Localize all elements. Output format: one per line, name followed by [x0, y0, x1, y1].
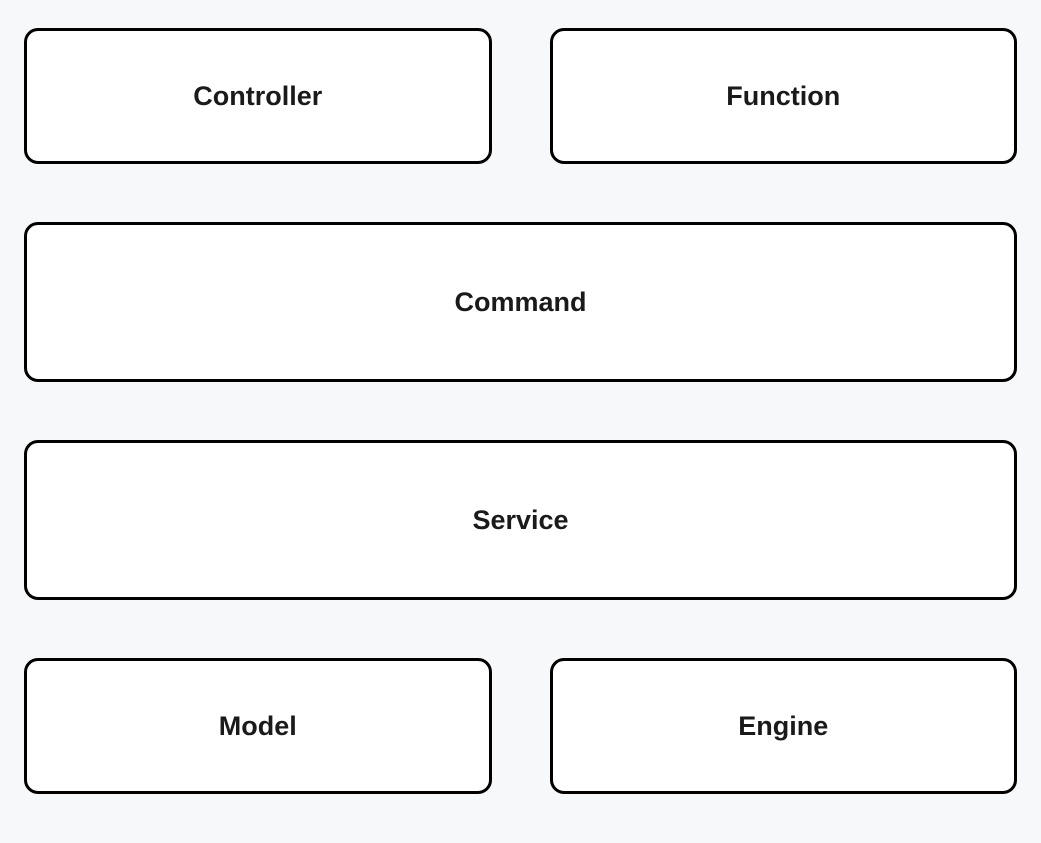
row-service: Service — [24, 440, 1017, 600]
box-function: Function — [550, 28, 1018, 164]
row-bottom: Model Engine — [24, 658, 1017, 794]
box-label: Engine — [738, 711, 828, 742]
box-command: Command — [24, 222, 1017, 382]
row-command: Command — [24, 222, 1017, 382]
box-label: Controller — [193, 81, 322, 112]
architecture-diagram: Controller Function Command Service Mode… — [24, 28, 1017, 794]
box-label: Command — [454, 287, 586, 318]
box-engine: Engine — [550, 658, 1018, 794]
box-service: Service — [24, 440, 1017, 600]
box-controller: Controller — [24, 28, 492, 164]
box-label: Model — [219, 711, 297, 742]
box-model: Model — [24, 658, 492, 794]
box-label: Function — [726, 81, 840, 112]
row-top: Controller Function — [24, 28, 1017, 164]
box-label: Service — [472, 505, 568, 536]
